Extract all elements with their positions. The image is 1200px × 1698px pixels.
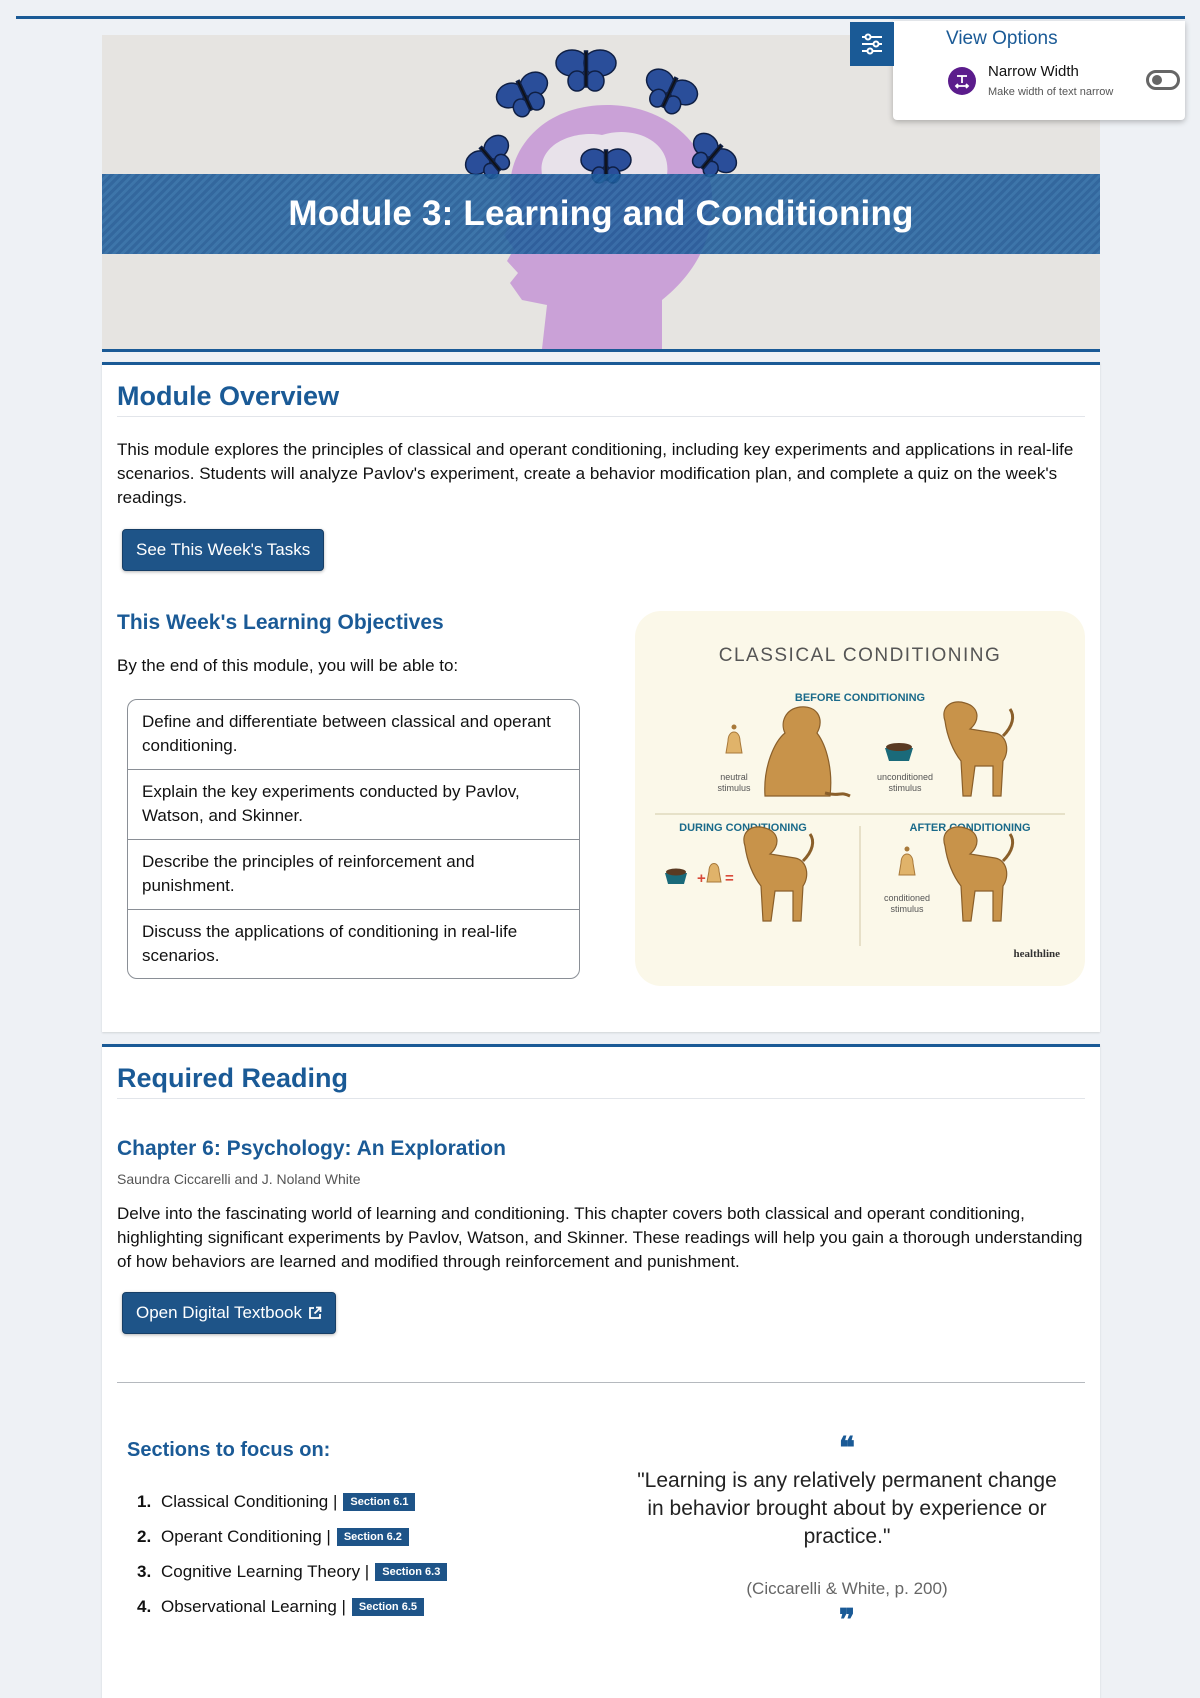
list-number: 1. <box>137 1491 152 1511</box>
section-label: Cognitive Learning Theory | <box>161 1561 370 1581</box>
dog-illustration <box>764 706 851 798</box>
banner-title-strip: Module 3: Learning and Conditioning <box>102 174 1100 254</box>
conditioned-stimulus-label-1: conditioned <box>884 893 930 903</box>
bell-icon <box>725 724 743 754</box>
sections-heading: Sections to focus on: <box>127 1439 331 1461</box>
list-item: 4. Observational Learning | Section 6.5 <box>127 1589 627 1624</box>
narrow-width-description: Make width of text narrow <box>988 86 1114 98</box>
list-item: 2. Operant Conditioning | Section 6.2 <box>127 1519 627 1554</box>
conditioning-illustration: CLASSICAL CONDITIONING BEFORE CONDITIONI… <box>655 645 1065 960</box>
quote-text: "Learning is any relatively permanent ch… <box>637 1469 1057 1548</box>
objectives-column: This Week's Learning Objectives By the e… <box>117 611 582 986</box>
open-quote-icon: ❝ <box>838 1431 856 1466</box>
diagram-label-during: DURING CONDITIONING <box>679 822 807 834</box>
food-bowl-icon <box>885 743 913 761</box>
unconditioned-stimulus-label-2: stimulus <box>888 783 922 793</box>
view-options-title[interactable]: View Options <box>946 28 1058 50</box>
diagram-label-before: BEFORE CONDITIONING <box>795 692 925 704</box>
open-textbook-button[interactable]: Open Digital Textbook <box>122 1292 337 1334</box>
objectives-heading: This Week's Learning Objectives <box>117 611 444 634</box>
food-bowl-icon <box>665 868 687 884</box>
open-textbook-label: Open Digital Textbook <box>136 1303 303 1322</box>
chapter-authors: Saundra Ciccarelli and J. Noland White <box>117 1171 361 1187</box>
svg-text:=: = <box>725 870 734 887</box>
quote-citation: (Ciccarelli & White, p. 200) <box>746 1579 948 1598</box>
section-badge: Section 6.2 <box>336 1527 409 1546</box>
classical-conditioning-diagram: CLASSICAL CONDITIONING BEFORE CONDITIONI… <box>635 611 1085 986</box>
focus-sections: Sections to focus on: 1. Classical Condit… <box>117 1439 627 1631</box>
external-link-icon <box>308 1306 322 1320</box>
section-label: Classical Conditioning | <box>161 1491 338 1511</box>
list-item: 1. Classical Conditioning | Section 6.1 <box>127 1484 627 1519</box>
narrow-width-toggle[interactable] <box>1146 70 1180 90</box>
narrow-width-label: Narrow Width <box>988 63 1079 80</box>
svg-text:+: + <box>697 870 706 887</box>
text-width-icon <box>948 67 976 95</box>
reading-bottom-row: Sections to focus on: 1. Classical Condit… <box>117 1431 1085 1638</box>
see-tasks-button[interactable]: See This Week's Tasks <box>122 529 325 571</box>
overview-heading: Module Overview <box>117 381 1085 417</box>
list-number: 4. <box>137 1596 152 1616</box>
page-title: Module 3: Learning and Conditioning <box>288 194 914 233</box>
bell-icon <box>898 846 916 876</box>
overview-text: This module explores the principles of c… <box>117 440 1074 507</box>
neutral-stimulus-label-2: stimulus <box>717 783 751 793</box>
objective-item: Describe the principles of reinforcement… <box>128 840 579 910</box>
close-quote-icon: ❞ <box>838 1603 856 1638</box>
view-options-panel: View Options Narrow Width Make width of … <box>850 21 1185 120</box>
unconditioned-stimulus-label-1: unconditioned <box>877 772 933 782</box>
required-reading-card: Required Reading Chapter 6: Psychology: … <box>102 1044 1100 1698</box>
section-badge: Section 6.3 <box>375 1562 448 1581</box>
objectives-intro: By the end of this module, you will be a… <box>117 656 459 675</box>
chapter-title: Chapter 6: Psychology: An Exploration <box>117 1137 506 1160</box>
dog-illustration <box>743 826 815 922</box>
dog-illustration <box>943 701 1015 797</box>
pull-quote: ❝ "Learning is any relatively permanent … <box>627 1431 1067 1638</box>
module-page: Module 3: Learning and Conditioning Modu… <box>102 35 1100 1698</box>
healthline-credit: healthline <box>1014 948 1061 960</box>
section-badge: Section 6.1 <box>343 1492 416 1511</box>
bell-icon <box>706 863 722 883</box>
list-number: 3. <box>137 1561 152 1581</box>
section-badge: Section 6.5 <box>351 1597 424 1616</box>
list-number: 2. <box>137 1526 152 1546</box>
section-label: Operant Conditioning | <box>161 1526 331 1546</box>
objectives-row: This Week's Learning Objectives By the e… <box>117 611 1085 986</box>
sections-list: 1. Classical Conditioning | Section 6.1 2.… <box>127 1484 627 1624</box>
diagram-title: CLASSICAL CONDITIONING <box>719 645 1002 666</box>
module-overview-card: Module Overview This module explores the… <box>102 362 1100 1032</box>
section-label: Observational Learning | <box>161 1596 346 1616</box>
narrow-width-option: Narrow Width Make width of text narrow <box>946 63 1180 107</box>
section-divider <box>117 1382 1085 1383</box>
chapter-description: Delve into the fascinating world of lear… <box>117 1204 1083 1271</box>
conditioned-stimulus-label-2: stimulus <box>890 904 924 914</box>
objective-item: Explain the key experiments conducted by… <box>128 770 579 840</box>
banner-divider <box>102 349 1100 352</box>
sliders-icon[interactable] <box>850 22 894 66</box>
objective-item: Define and differentiate between classic… <box>128 700 579 770</box>
neutral-stimulus-label-1: neutral <box>720 772 748 782</box>
objective-item: Discuss the applications of conditioning… <box>142 922 518 965</box>
list-item: 3. Cognitive Learning Theory | Section 6.3 <box>127 1554 627 1589</box>
reading-heading: Required Reading <box>117 1063 1085 1099</box>
objectives-list: Define and differentiate between classic… <box>127 699 580 979</box>
dog-illustration <box>943 826 1015 922</box>
